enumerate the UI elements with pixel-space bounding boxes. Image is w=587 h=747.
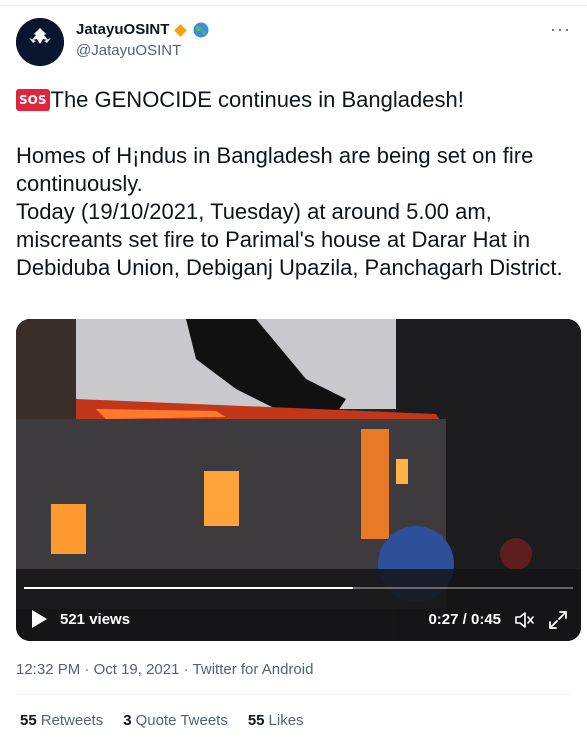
likes-count: 55 <box>247 712 265 729</box>
view-count: 521 views <box>60 611 131 628</box>
handle[interactable]: @JatayuOSINT <box>76 41 209 61</box>
tweet-headline: The GENOCIDE continues in Bangladesh! <box>50 87 464 112</box>
display-name-row[interactable]: JatayuOSINT <box>76 20 209 40</box>
tweet-text: SOS The GENOCIDE continues in Bangladesh!… <box>16 86 576 282</box>
fullscreen-icon[interactable] <box>547 609 569 631</box>
volume-muted-icon[interactable] <box>513 609 535 631</box>
retweets-label: Retweets <box>40 712 104 729</box>
retweets-stat[interactable]: 55 Retweets <box>20 711 103 731</box>
video-time: 0:27 / 0:45 <box>428 611 501 628</box>
tweet-line-1: SOS The GENOCIDE continues in Bangladesh! <box>16 86 576 114</box>
divider <box>16 694 571 695</box>
quote-tweets-count: 3 <box>123 712 132 729</box>
quote-tweets-stat[interactable]: 3 Quote Tweets <box>123 711 228 731</box>
more-options-icon[interactable]: ··· <box>550 20 571 38</box>
tweet-stats: 55 Retweets 3 Quote Tweets 55 Likes <box>20 711 304 731</box>
video-frame <box>16 319 581 641</box>
meta-separator: · <box>84 661 90 678</box>
tweet-paragraph-details: Today (19/10/2021, Tuesday) at around 5.… <box>16 199 563 280</box>
retweets-count: 55 <box>20 712 37 729</box>
orange-diamond-icon <box>174 23 188 37</box>
globe-icon <box>193 22 209 38</box>
video-player[interactable]: 521 views 0:27 / 0:45 <box>16 319 581 641</box>
play-icon[interactable] <box>30 609 48 629</box>
tweet-date[interactable]: Oct 19, 2021 <box>94 661 180 678</box>
tweet-source[interactable]: Twitter for Android <box>193 661 314 678</box>
likes-label: Likes <box>268 712 304 729</box>
sos-emoji-icon: SOS <box>16 89 50 111</box>
top-border <box>0 0 587 6</box>
meta-separator: · <box>183 661 189 678</box>
video-progress-fill <box>24 587 354 589</box>
video-progress-track[interactable] <box>24 587 573 589</box>
tweet-time[interactable]: 12:32 PM <box>16 661 80 678</box>
display-name[interactable]: JatayuOSINT <box>76 20 169 40</box>
author-name-block: JatayuOSINT @JatayuOSINT <box>76 20 209 61</box>
tweet-meta: 12:32 PM · Oct 19, 2021 · Twitter for An… <box>16 660 313 680</box>
avatar[interactable] <box>16 18 64 66</box>
tweet-paragraph-homes: Homes of H¡ndus in Bangladesh are being … <box>16 143 534 196</box>
likes-stat[interactable]: 55 Likes <box>248 711 304 731</box>
quote-tweets-label: Quote Tweets <box>135 712 228 729</box>
tweet-header: JatayuOSINT @JatayuOSINT ··· <box>16 18 571 68</box>
